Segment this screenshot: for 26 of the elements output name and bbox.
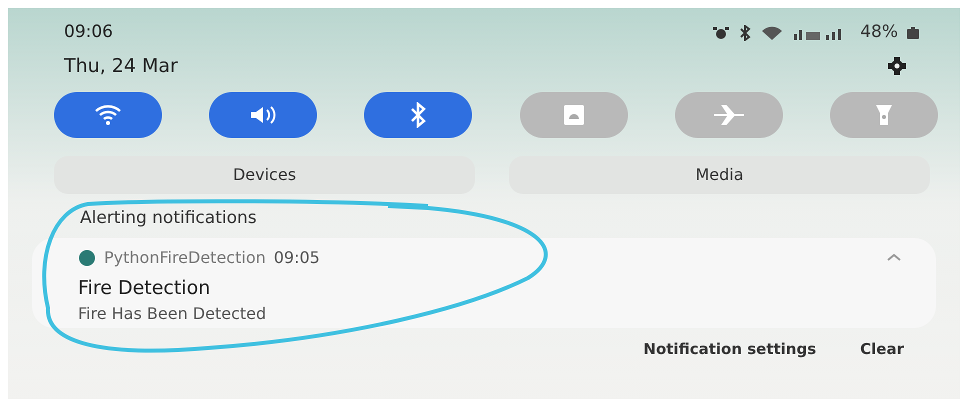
clock-time: 09:06 xyxy=(64,21,113,44)
quick-toggle[interactable] xyxy=(520,92,628,138)
footer-button[interactable]: Clear xyxy=(860,338,904,360)
notification-card[interactable]: PythonFireDetection 09:05 Fire Detection Fire Has Been Detected xyxy=(32,238,936,328)
battery-percentage: 48% xyxy=(860,21,898,44)
quick-toggle[interactable] xyxy=(830,92,938,138)
quick-toggle[interactable] xyxy=(674,92,783,138)
collapse-chevron-icon[interactable] xyxy=(886,252,902,262)
notification-body: Fire Has Been Detected xyxy=(78,303,268,325)
output-button[interactable]: Media xyxy=(509,156,930,194)
bluetooth-icon xyxy=(738,24,752,41)
date-label: Thu, 24 Mar xyxy=(64,54,178,78)
settings-icon[interactable] xyxy=(886,56,908,75)
app-name: PythonFireDetection xyxy=(104,246,266,268)
battery-icon xyxy=(906,26,920,39)
notification-time: 09:05 xyxy=(274,246,320,268)
output-button[interactable]: Devices xyxy=(54,156,475,194)
alarm-icon xyxy=(712,26,730,40)
notification-title: Fire Detection xyxy=(78,276,212,300)
app-icon xyxy=(78,250,96,266)
quick-toggle[interactable] xyxy=(209,92,318,138)
quick-toggle[interactable] xyxy=(54,92,162,138)
footer-button[interactable]: Notification settings xyxy=(643,338,816,360)
section-heading: Alerting notifications xyxy=(79,207,258,230)
wifi-icon xyxy=(760,26,784,40)
quick-toggle[interactable] xyxy=(364,92,472,138)
